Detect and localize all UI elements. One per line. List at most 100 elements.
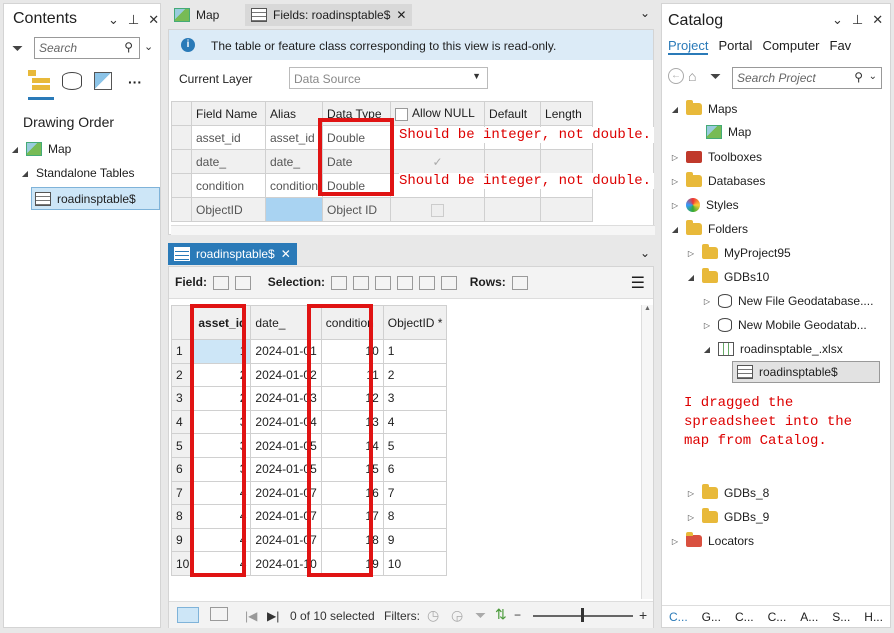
tab-fields[interactable]: Fields: roadinsptable$ ✕ — [245, 4, 413, 26]
objectid-cell[interactable]: 4 — [382, 409, 448, 435]
table-tree-item[interactable]: roadinsptable$ — [31, 187, 160, 210]
col-default[interactable]: Default — [484, 101, 542, 126]
collapse-triangle-icon[interactable]: ▷ — [686, 249, 696, 258]
alias-cell[interactable] — [264, 197, 324, 222]
list-by-source-icon[interactable] — [62, 72, 82, 90]
catalog-item-locators[interactable]: ▷ Locators — [670, 532, 754, 548]
zoom-out-icon[interactable]: − — [514, 608, 521, 622]
menu-icon[interactable]: ☰ — [631, 273, 645, 293]
chevron-down-icon[interactable]: ⌄ — [869, 71, 877, 82]
bottom-tab[interactable]: H... — [864, 610, 883, 624]
vertical-scrollbar[interactable]: ▲ — [641, 305, 653, 599]
dropdown-arrow-icon[interactable]: ▼ — [472, 71, 481, 81]
zoom-slider-handle[interactable] — [581, 608, 584, 622]
objectid-cell[interactable]: 9 — [382, 527, 448, 553]
catalog-item-xlsx[interactable]: ◢ roadinsptable_.xlsx — [702, 342, 843, 356]
catalog-item-gdbs10[interactable]: ◢ GDBs10 — [686, 268, 769, 284]
rows-options-icon[interactable] — [512, 275, 529, 290]
field-row[interactable]: ObjectID Object ID — [171, 197, 594, 222]
catalog-search-input[interactable]: Search Project ⚲ ⌄ — [732, 67, 882, 89]
col-alias[interactable]: Alias — [264, 101, 324, 126]
show-selected-records-icon[interactable] — [210, 607, 228, 621]
tab-portal[interactable]: Portal — [718, 38, 752, 55]
catalog-item-gdbs8[interactable]: ▷ GDBs_8 — [686, 484, 769, 500]
filter-query-icon[interactable]: ⏷ — [475, 607, 486, 624]
field-name-cell[interactable]: ObjectID — [191, 197, 266, 222]
pin-icon[interactable]: ⊥ — [128, 12, 139, 28]
delete-selection-icon[interactable] — [419, 275, 436, 290]
more-options-icon[interactable]: ··· — [128, 74, 142, 90]
field-name-cell[interactable]: condition — [191, 173, 266, 198]
checkbox[interactable] — [395, 107, 409, 121]
list-by-drawing-order-icon[interactable] — [28, 70, 52, 90]
bottom-tab[interactable]: C... — [669, 610, 688, 624]
catalog-item-toolboxes[interactable]: ▷ Toolboxes — [670, 150, 762, 164]
zoom-to-selection-icon[interactable] — [353, 275, 370, 290]
objectid-cell[interactable]: 5 — [382, 433, 448, 458]
allow-null-check-icon[interactable]: ✓ — [390, 149, 486, 174]
catalog-item-folders[interactable]: ◢ Folders — [670, 220, 748, 236]
standalone-tables-group[interactable]: ◢ Standalone Tables — [20, 166, 135, 180]
expand-triangle-icon[interactable]: ◢ — [670, 105, 680, 114]
objectid-cell[interactable]: 1 — [382, 339, 448, 364]
catalog-item-styles[interactable]: ▷ Styles — [670, 198, 739, 212]
objectid-cell[interactable]: 8 — [382, 504, 448, 529]
catalog-item-new-file-gdb[interactable]: ▷ New File Geodatabase.... — [702, 294, 873, 308]
clear-selection-icon[interactable] — [397, 275, 414, 290]
collapse-triangle-icon[interactable]: ▷ — [686, 513, 696, 522]
chevron-down-icon[interactable]: ⌄ — [640, 246, 650, 260]
filter-extent-icon[interactable]: ◷ — [427, 607, 439, 624]
chevron-down-icon[interactable]: ⌄ — [108, 12, 119, 28]
map-tree-item[interactable]: ◢ Map — [10, 142, 71, 156]
expand-triangle-icon[interactable]: ◢ — [10, 145, 20, 154]
alias-cell[interactable]: condition — [264, 173, 324, 198]
expand-triangle-icon[interactable]: ◢ — [686, 273, 696, 282]
expand-triangle-icon[interactable]: ◢ — [670, 225, 680, 234]
col-allow-null[interactable]: Allow NULL — [390, 101, 486, 126]
objectid-cell[interactable]: 7 — [382, 480, 448, 506]
select-by-attributes-icon[interactable] — [331, 275, 348, 290]
col-field-name[interactable]: Field Name — [191, 101, 266, 126]
back-icon[interactable]: ← — [668, 68, 684, 84]
col-objectid[interactable]: ObjectID * — [382, 305, 448, 340]
alias-cell[interactable]: asset_id — [264, 125, 324, 150]
catalog-item-gdbs9[interactable]: ▷ GDBs_9 — [686, 508, 769, 524]
catalog-item-maps[interactable]: ◢ Maps — [670, 100, 737, 116]
pin-icon[interactable]: ⊥ — [852, 12, 863, 28]
field-name-cell[interactable]: date_ — [191, 149, 266, 174]
alias-cell[interactable]: date_ — [264, 149, 324, 174]
horizontal-scrollbar[interactable] — [171, 225, 655, 235]
objectid-cell[interactable]: 10 — [382, 551, 448, 576]
expand-triangle-icon[interactable]: ◢ — [20, 169, 30, 178]
collapse-triangle-icon[interactable]: ▷ — [702, 321, 712, 330]
bottom-tab[interactable]: C... — [768, 610, 787, 624]
catalog-item-sheet[interactable]: roadinsptable$ — [732, 361, 880, 383]
close-icon[interactable]: ✕ — [396, 8, 406, 22]
chevron-down-icon[interactable]: ⌄ — [144, 40, 153, 53]
filter-icon[interactable]: ⏷ — [12, 40, 23, 57]
current-layer-select[interactable]: Data Source ▼ — [289, 67, 488, 89]
close-icon[interactable]: ✕ — [281, 247, 291, 261]
catalog-item-new-mobile-gdb[interactable]: ▷ New Mobile Geodatab... — [702, 318, 867, 332]
objectid-cell[interactable]: 2 — [382, 362, 448, 388]
collapse-triangle-icon[interactable]: ▷ — [686, 489, 696, 498]
tab-project[interactable]: Project — [668, 38, 709, 55]
first-page-icon[interactable]: |◀ — [245, 609, 257, 623]
close-icon[interactable]: ✕ — [148, 12, 159, 28]
filter-time-icon[interactable]: ◶ — [451, 607, 463, 624]
bottom-tab[interactable]: C... — [735, 610, 754, 624]
add-field-icon[interactable] — [213, 275, 230, 290]
last-page-icon[interactable]: ▶| — [267, 609, 279, 623]
objectid-cell[interactable]: 6 — [382, 456, 448, 482]
filter-icon[interactable]: ⏷ — [710, 68, 721, 85]
calculate-field-icon[interactable] — [235, 275, 252, 290]
tab-map[interactable]: Map — [168, 4, 226, 26]
copy-selection-icon[interactable] — [441, 275, 458, 290]
bottom-tab[interactable]: A... — [800, 610, 818, 624]
switch-selection-icon[interactable] — [375, 275, 392, 290]
data-type-cell[interactable]: Object ID — [322, 197, 392, 222]
search-icon[interactable]: ⚲ — [124, 40, 133, 54]
catalog-item-myproject[interactable]: ▷ MyProject95 — [686, 244, 791, 260]
chevron-down-icon[interactable]: ⌄ — [832, 12, 843, 28]
catalog-item-map[interactable]: Map — [690, 125, 751, 139]
